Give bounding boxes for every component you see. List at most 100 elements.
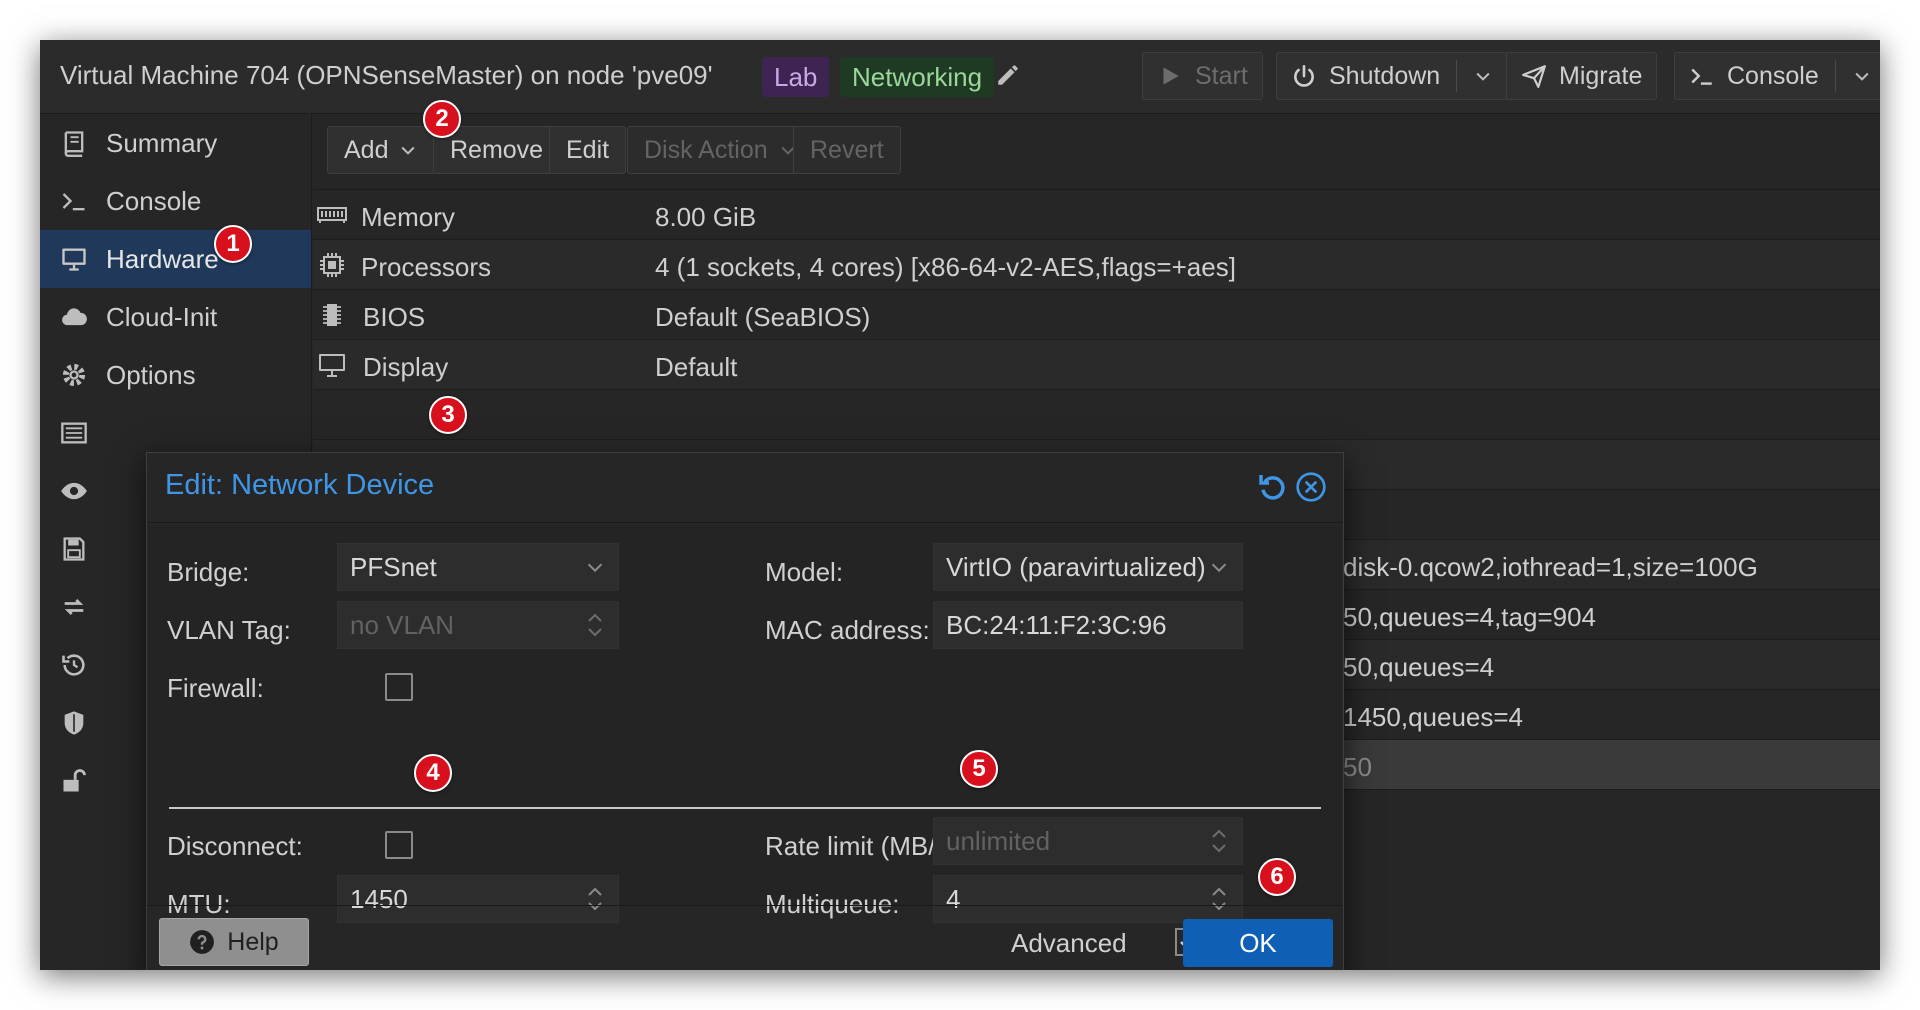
vlan-label: VLAN Tag: (167, 615, 291, 645)
pencil-icon[interactable] (995, 62, 1021, 88)
sidebar-item-label: Cloud-Init (106, 301, 218, 332)
hardware-row-memory[interactable]: Memory 8.00 GiB (313, 190, 1880, 240)
hardware-row[interactable] (313, 390, 1880, 440)
hardware-toolbar: Add Remove Edit Disk Action Revert (313, 114, 1880, 190)
sidebar-item-label: Summary (106, 127, 218, 158)
cpu-icon (320, 253, 344, 277)
start-button[interactable]: Start (1142, 52, 1263, 100)
console-button[interactable]: Console (1674, 52, 1880, 100)
edit-label: Edit (566, 135, 610, 164)
hardware-row-bios[interactable]: BIOS Default (SeaBIOS) (313, 290, 1880, 340)
chevron-down-icon[interactable] (1473, 66, 1493, 86)
model-label: Model: (765, 557, 844, 587)
bridge-select[interactable]: PFSnet (337, 543, 619, 591)
reset-icon[interactable] (1257, 471, 1289, 503)
edit-button[interactable]: Edit (549, 126, 627, 174)
dialog-footer: Help Advanced (147, 905, 1343, 970)
bridge-value: PFSnet (350, 551, 437, 582)
spinner-icon[interactable] (1208, 823, 1230, 859)
firewall-icon (64, 711, 84, 735)
bios-chip-icon (323, 304, 341, 326)
migrate-button[interactable]: Migrate (1506, 52, 1658, 100)
vlan-tag-input[interactable]: no VLAN (337, 601, 619, 649)
rate-limit-input[interactable]: unlimited (933, 817, 1243, 865)
spinner-icon[interactable] (584, 607, 606, 643)
firewall-checkbox[interactable] (385, 673, 413, 701)
monitor-eye-icon (61, 482, 87, 500)
close-icon[interactable] (1295, 471, 1327, 503)
chevron-down-icon (401, 146, 416, 155)
help-label: Help (227, 927, 279, 956)
help-button[interactable]: Help (159, 918, 309, 966)
chevron-down-icon[interactable] (1852, 66, 1872, 86)
callout-badge: 6 (1258, 858, 1296, 896)
callout-badge: 5 (960, 750, 998, 788)
tag-networking[interactable]: Networking (840, 57, 995, 97)
sidebar-item-label: Options (106, 359, 196, 390)
power-icon (1294, 64, 1314, 87)
sidebar-item-hardware[interactable]: Hardware (40, 230, 311, 288)
paper-plane-icon (1522, 65, 1546, 88)
hardware-value: Default (655, 352, 738, 382)
revert-label: Revert (810, 135, 884, 164)
callout-badge: 1 (214, 225, 252, 263)
disk-action-button[interactable]: Disk Action (627, 126, 815, 174)
start-label: Start (1195, 61, 1248, 90)
add-button[interactable]: Add (327, 126, 436, 174)
hardware-value: 50,queues=4,tag=904 (1343, 602, 1597, 632)
hardware-name: Memory (361, 202, 455, 232)
disconnect-checkbox[interactable] (385, 831, 413, 859)
gear-icon (62, 363, 86, 387)
hardware-value: Default (SeaBIOS) (655, 302, 871, 332)
sidebar-item-label: Hardware (106, 243, 219, 274)
permissions-icon (63, 769, 86, 792)
model-select[interactable]: VirtIO (paravirtualized) (933, 543, 1243, 591)
hardware-name: Processors (361, 252, 492, 282)
terminal-icon (1691, 68, 1712, 85)
tag-lab[interactable]: Lab (762, 57, 830, 97)
replication-icon (64, 599, 84, 615)
callout-badge: 4 (414, 754, 452, 792)
hardware-name: BIOS (363, 302, 426, 332)
sidebar-item-summary[interactable]: Summary (40, 114, 311, 172)
hardware-value: 50,queues=4 (1343, 652, 1495, 682)
book-icon (64, 131, 84, 157)
ok-label: OK (1239, 927, 1277, 958)
sidebar-item-options[interactable]: Options (40, 346, 311, 404)
sidebar-item-console[interactable]: Console (40, 172, 311, 230)
vlan-placeholder: no VLAN (350, 609, 455, 640)
hardware-row-display[interactable]: Display Default (313, 340, 1880, 390)
hardware-value: 4 (1 sockets, 4 cores) [x86-64-v2-AES,fl… (655, 252, 1236, 282)
rate-placeholder: unlimited (946, 825, 1051, 856)
monitor-icon (62, 248, 86, 271)
snapshots-icon (62, 654, 85, 676)
hardware-value: 8.00 GiB (655, 202, 757, 232)
dialog-header: Edit: Network Device (147, 453, 1343, 523)
cloud-icon (62, 308, 87, 326)
disk-action-label: Disk Action (644, 135, 768, 164)
mac-address-input[interactable]: BC:24:11:F2:3C:96 (933, 601, 1243, 649)
advanced-label: Advanced (1011, 928, 1127, 958)
display-icon (319, 354, 345, 377)
terminal-icon (62, 193, 85, 211)
add-label: Add (344, 135, 389, 164)
backup-icon (63, 537, 85, 561)
shutdown-button[interactable]: Shutdown (1276, 52, 1509, 100)
revert-button[interactable]: Revert (793, 126, 901, 174)
sidebar-item-cloud-init[interactable]: Cloud-Init (40, 288, 311, 346)
window-title: Virtual Machine 704 (OPNSenseMaster) on … (60, 60, 713, 90)
callout-badge: 2 (423, 100, 461, 138)
hardware-name: Display (363, 352, 449, 382)
question-circle-icon (190, 930, 215, 954)
edit-network-dialog: Edit: Network Device Bridge: PFSnet VLAN… (146, 452, 1344, 970)
chevron-down-icon (1211, 563, 1227, 573)
dialog-title: Edit: Network Device (165, 469, 435, 501)
hardware-row-processors[interactable]: Processors 4 (1 sockets, 4 cores) [x86-6… (313, 240, 1880, 290)
ok-button[interactable]: OK (1183, 919, 1333, 967)
sidebar-item-label: Console (106, 185, 202, 216)
console-label: Console (1727, 61, 1819, 90)
model-value: VirtIO (paravirtualized) (946, 551, 1206, 582)
advanced-divider (169, 807, 1321, 809)
vm-window: Virtual Machine 704 (OPNSenseMaster) on … (40, 40, 1880, 970)
disconnect-label: Disconnect: (167, 831, 303, 861)
